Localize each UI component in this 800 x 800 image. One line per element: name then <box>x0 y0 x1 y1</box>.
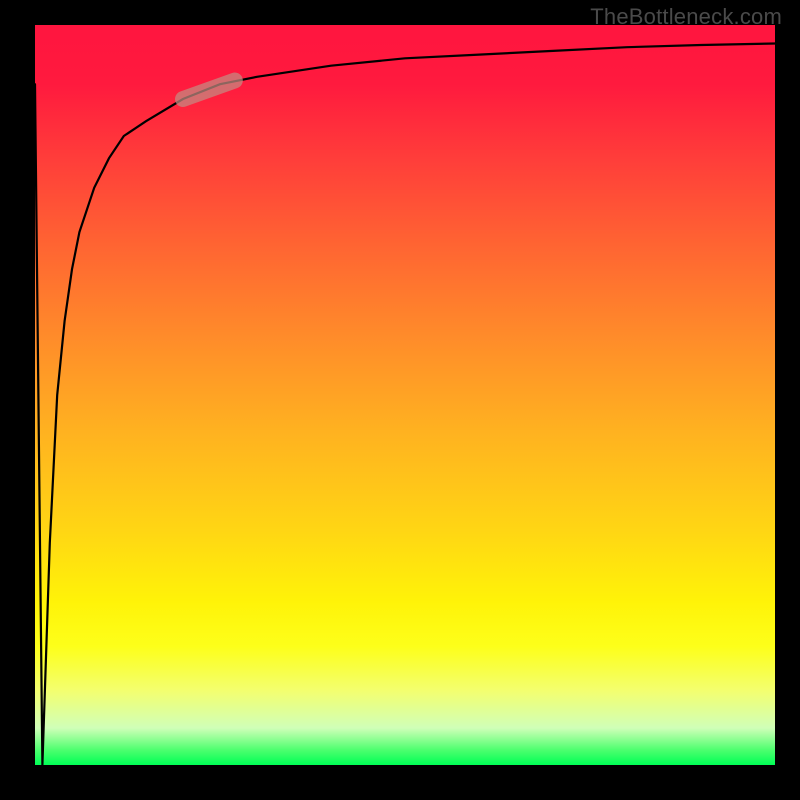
curve-layer <box>35 25 775 765</box>
watermark-text: TheBottleneck.com <box>590 4 782 30</box>
marker-segment <box>183 81 235 100</box>
bottleneck-curve <box>35 44 775 766</box>
chart-frame: TheBottleneck.com <box>0 0 800 800</box>
